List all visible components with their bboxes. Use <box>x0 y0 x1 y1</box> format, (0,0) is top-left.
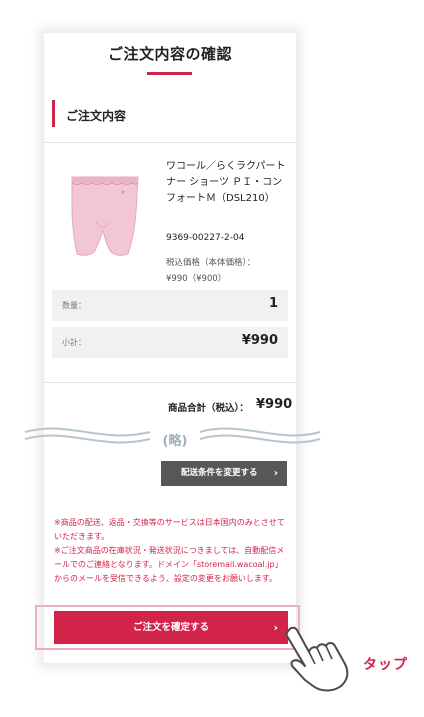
notice-item: ※ご注文商品の在庫状況・発送状況につきましては、自動配信メールでのご連絡となりま… <box>54 546 285 583</box>
notice-text: ※商品の配送、返品・交換等のサービスは日本国内のみとさせていただきます。 ※ご注… <box>54 516 290 586</box>
subtotal-row: 小計： ¥990 <box>52 327 288 358</box>
subtotal-value: ¥990 <box>241 333 278 348</box>
notice-item: ※商品の配送、返品・交換等のサービスは日本国内のみとさせていただきます。 <box>54 518 285 541</box>
product-price-block: 税込価格（本体価格）： ¥990（¥900） <box>166 255 286 287</box>
omission-wave-divider <box>24 427 321 444</box>
total-divider <box>44 382 296 383</box>
section-divider <box>44 142 296 143</box>
title-underline <box>147 72 192 75</box>
total-label: 商品合計（税込）： <box>168 403 249 414</box>
quantity-row: 数量： 1 <box>52 290 288 321</box>
change-shipping-button[interactable]: 配送条件を変更する › <box>161 461 287 486</box>
product-name[interactable]: ワコール／らくラクパートナー ショーツ ＰＩ・コンフォートＭ（DSL210） <box>166 159 291 207</box>
pink-shorts-image <box>71 176 139 256</box>
quantity-value: 1 <box>268 296 278 311</box>
hand-pointer-icon <box>285 626 349 692</box>
section-accent-bar <box>52 100 55 127</box>
chevron-right-icon: › <box>273 621 278 634</box>
subtotal-label: 小計： <box>62 338 86 347</box>
product-code: 9369-00227-2-04 <box>166 233 245 243</box>
total-value: ¥990 <box>256 397 293 412</box>
omission-label: (略) <box>158 430 192 449</box>
page-title: ご注文内容の確認 <box>107 45 232 63</box>
confirm-order-label: ご注文を確定する <box>132 622 209 633</box>
section-title: ご注文内容 <box>66 109 127 123</box>
tap-annotation: タップ <box>363 657 408 673</box>
price-label: 税込価格（本体価格）： <box>166 258 256 268</box>
price-value: ¥990（¥900） <box>166 274 227 284</box>
change-shipping-label: 配送条件を変更する <box>181 468 258 478</box>
quantity-label: 数量： <box>62 301 86 310</box>
chevron-right-icon: › <box>273 468 278 479</box>
confirm-order-button[interactable]: ご注文を確定する › <box>54 611 288 644</box>
